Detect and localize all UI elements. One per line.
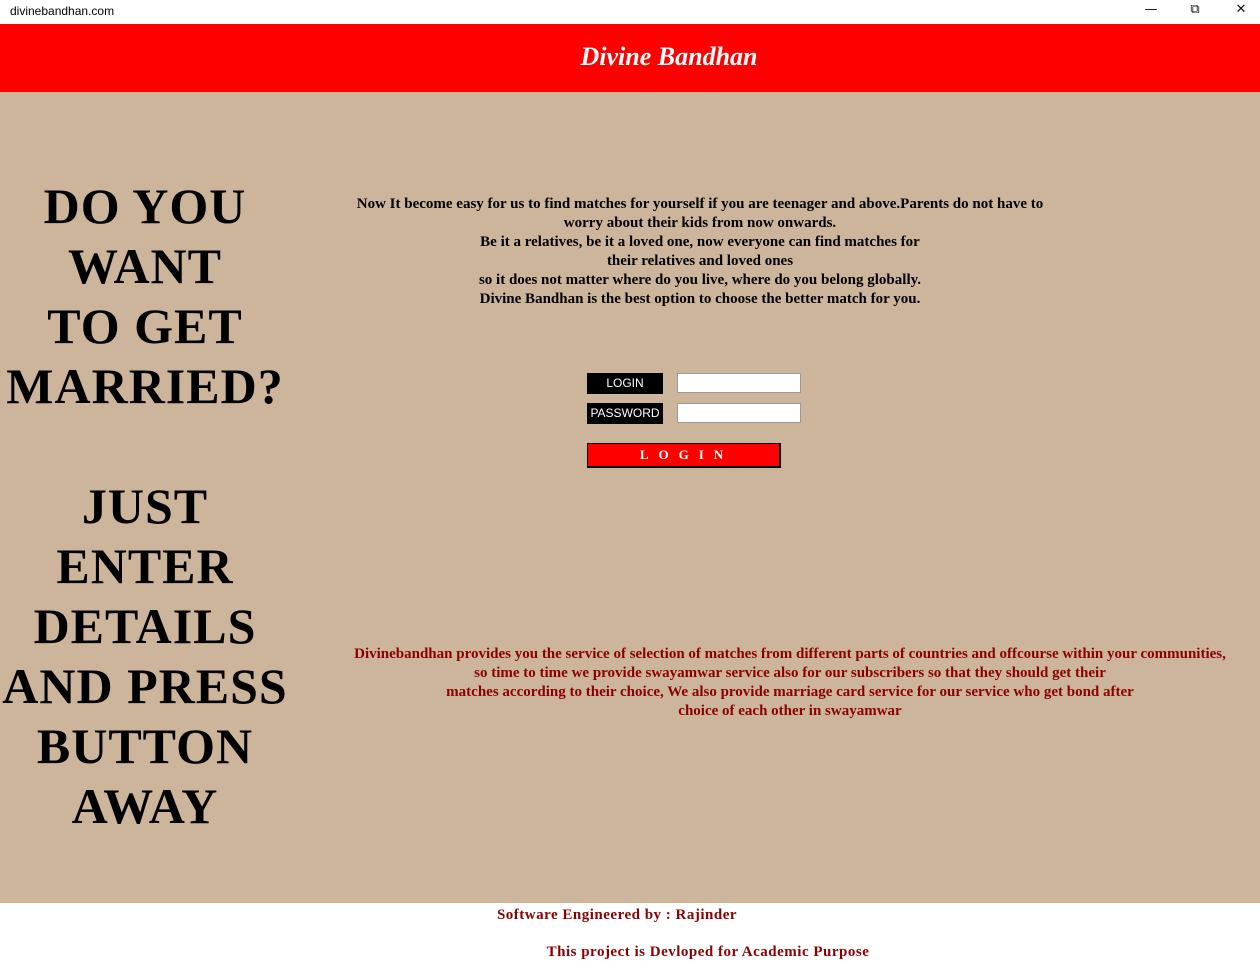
intro-text: Now It become easy for us to find matche… bbox=[320, 195, 1080, 309]
promo-text: DO YOU WANT TO GET MARRIED? JUST ENTER D… bbox=[0, 176, 290, 836]
restore-icon[interactable]: ⧉ bbox=[1172, 0, 1218, 22]
promo-line: AND PRESS bbox=[2, 658, 288, 714]
promo-line: ENTER bbox=[56, 538, 234, 594]
promo-line: AWAY bbox=[71, 778, 219, 834]
promo-line: WANT bbox=[67, 238, 223, 294]
close-icon[interactable]: ✕ bbox=[1218, 0, 1260, 22]
intro-line: Divine Bandhan is the best option to cho… bbox=[479, 291, 921, 307]
intro-line: so it does not matter where do you live,… bbox=[478, 272, 922, 288]
service-line: matches according to their choice, We al… bbox=[446, 684, 1134, 700]
promo-line: DO YOU bbox=[43, 178, 247, 234]
footer-note: This project is Devloped for Academic Pu… bbox=[546, 944, 870, 960]
promo-line: JUST bbox=[81, 478, 209, 534]
intro-line: their relatives and loved ones bbox=[606, 253, 794, 269]
password-input[interactable] bbox=[677, 403, 801, 423]
promo-line: DETAILS bbox=[33, 598, 257, 654]
minimize-icon[interactable]: — bbox=[1128, 0, 1174, 22]
promo-line: BUTTON bbox=[36, 718, 254, 774]
login-input[interactable] bbox=[677, 373, 801, 393]
main-content: DO YOU WANT TO GET MARRIED? JUST ENTER D… bbox=[0, 92, 1260, 903]
login-button[interactable]: LOGIN bbox=[587, 443, 781, 468]
service-text: Divinebandhan provides you the service o… bbox=[320, 645, 1260, 721]
promo-line: MARRIED? bbox=[6, 358, 284, 414]
window-titlebar: divinebandhan.com — ⧉ ✕ bbox=[0, 0, 1260, 24]
intro-line: Be it a relatives, be it a loved one, no… bbox=[480, 234, 920, 250]
site-footer: Software Engineered by : Rajinder This p… bbox=[0, 903, 1260, 960]
intro-line: worry about their kids from now onwards. bbox=[563, 215, 837, 231]
site-title: Divine Bandhan bbox=[580, 42, 758, 71]
password-label: PASSWORD bbox=[587, 403, 663, 424]
service-line: so time to time we provide swayamwar ser… bbox=[474, 665, 1106, 681]
promo-line: TO GET bbox=[47, 298, 243, 354]
footer-credit: Software Engineered by : Rajinder bbox=[496, 907, 738, 923]
promo-spacer bbox=[0, 416, 290, 476]
intro-line: Now It become easy for us to find matche… bbox=[356, 196, 1044, 212]
service-line: choice of each other in swayamwar bbox=[678, 703, 902, 719]
window-title: divinebandhan.com bbox=[10, 4, 115, 18]
login-label: LOGIN bbox=[587, 373, 663, 394]
site-header: Divine Bandhan bbox=[0, 24, 1260, 92]
service-line: Divinebandhan provides you the service o… bbox=[354, 646, 1226, 662]
